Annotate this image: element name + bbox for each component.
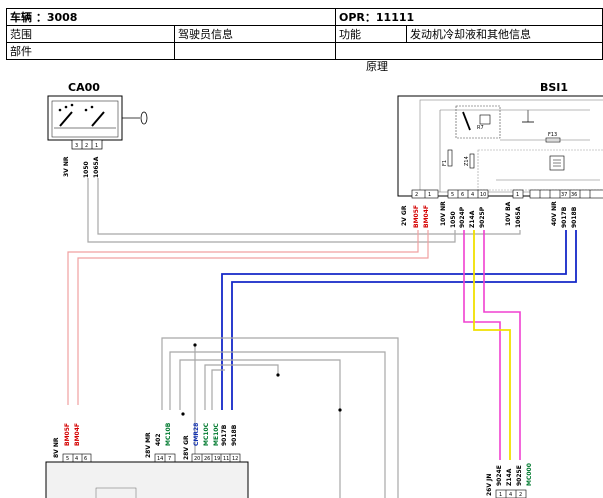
- svg-text:5: 5: [451, 192, 454, 198]
- svg-text:36: 36: [571, 192, 577, 198]
- bsi1-title: BSI1: [540, 81, 568, 94]
- bsi1-wire-9025p: 9025P: [479, 206, 486, 228]
- svg-text:37: 37: [561, 192, 567, 198]
- bsi1-10vnr-label: 10V NR: [440, 201, 447, 226]
- svg-text:4: 4: [471, 192, 474, 198]
- svg-text:F13: F13: [548, 132, 557, 138]
- svg-text:19: 19: [214, 456, 220, 462]
- ca00-wire-1050: 1050: [83, 161, 90, 178]
- bsi1-wire-9024p: 9024P: [459, 206, 466, 228]
- svg-text:3: 3: [75, 143, 78, 149]
- bsi1-40vnr-label: 40V NR: [551, 201, 558, 226]
- ll-wire-402: 402: [155, 433, 162, 446]
- svg-text:11: 11: [223, 456, 229, 462]
- svg-text:2: 2: [85, 143, 88, 149]
- ca00-connector-label: 3V NR: [63, 156, 70, 177]
- ll-wire-mc10b: MC10B: [165, 422, 172, 446]
- bsi1-2vgr-label: 2V GR: [401, 205, 408, 226]
- svg-text:26: 26: [204, 456, 210, 462]
- bsi1-wire-9017b: 9017B: [561, 206, 568, 228]
- bsi1-wire-z14a: Z14A: [469, 210, 476, 228]
- bsi1-wire-1050: 1050: [450, 211, 457, 228]
- svg-text:4: 4: [75, 456, 78, 462]
- svg-text:1: 1: [428, 192, 431, 198]
- lr-wire-mc000: MC000: [526, 463, 533, 486]
- wiring-diagram: CA00 3 2 1 3V NR 1050 1065A BSI1 R7 F13 …: [45, 81, 603, 498]
- svg-text:12: 12: [232, 456, 238, 462]
- svg-text:1: 1: [516, 192, 519, 198]
- ca00-title: CA00: [68, 81, 100, 94]
- svg-text:1: 1: [95, 143, 98, 149]
- ll-wire-cmr28: CMR28: [193, 423, 200, 446]
- ll-wire-bm04f: BM04F: [74, 423, 81, 446]
- bsi1-10vba-label: 10V BA: [505, 201, 512, 226]
- svg-text:14: 14: [157, 456, 163, 462]
- svg-text:7: 7: [168, 456, 171, 462]
- lower-left-component: 8V NR BM05F BM04F 5 4 6 28V MR 402 MC10B…: [45, 422, 249, 498]
- ll-wire-9017b: 9017B: [221, 424, 228, 446]
- lower-right-component: 26V JN 9024E Z14A 9025E MC000 1 4 2: [486, 463, 533, 498]
- bsi1-wire-1065a: 1065A: [515, 206, 522, 228]
- svg-text:2: 2: [415, 192, 418, 198]
- bsi1-component: BSI1 R7 F13 F1 Z14 2 1 5 6 4 10 1 37 36 …: [397, 81, 603, 228]
- svg-text:1: 1: [499, 492, 502, 498]
- conn-28vgr-label: 28V GR: [183, 435, 190, 460]
- ll-wire-me10c: ME10C: [213, 423, 220, 446]
- conn-8vnr-label: 8V NR: [53, 437, 60, 458]
- svg-text:10: 10: [480, 192, 486, 198]
- bsi1-wire-bm05f: BM05F: [413, 205, 420, 228]
- lr-wire-z14a: Z14A: [506, 468, 513, 486]
- lr-wire-9025e: 9025E: [516, 465, 523, 486]
- bsi1-wire-9018b: 9018B: [571, 206, 578, 228]
- svg-text:4: 4: [509, 492, 512, 498]
- ll-wire-mc10c: MC10C: [203, 422, 210, 446]
- ll-wire-9018b: 9018B: [231, 424, 238, 446]
- ca00-wire-1065a: 1065A: [93, 156, 100, 178]
- svg-text:5: 5: [66, 456, 69, 462]
- lr-wire-9024e: 9024E: [496, 465, 503, 486]
- svg-text:R7: R7: [477, 125, 484, 131]
- ca00-component: CA00 3 2 1 3V NR 1050 1065A: [47, 81, 148, 178]
- svg-text:Z14: Z14: [464, 156, 470, 166]
- svg-text:6: 6: [84, 456, 87, 462]
- conn-26vjn-label: 26V JN: [486, 474, 493, 496]
- conn-28vmr-label: 28V MR: [145, 432, 152, 458]
- ll-wire-bm05f: BM05F: [64, 423, 71, 446]
- svg-text:F1: F1: [442, 160, 448, 166]
- bsi1-wire-bm04f: BM04F: [423, 205, 430, 228]
- svg-text:6: 6: [461, 192, 464, 198]
- svg-text:20: 20: [194, 456, 200, 462]
- svg-text:2: 2: [519, 492, 522, 498]
